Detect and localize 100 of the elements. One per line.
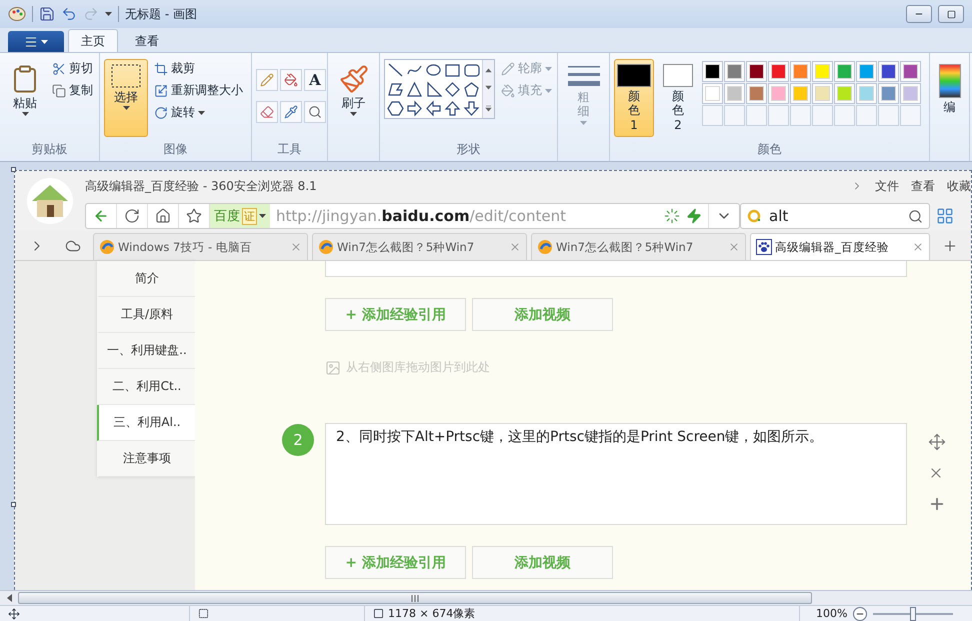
loading-ring-icon [664,208,680,224]
nav-item[interactable]: 简介 [97,261,195,297]
image-icon [325,360,341,376]
back-arrow-icon [93,208,109,224]
crop-button[interactable]: 裁剪 [152,59,245,78]
shape-button[interactable] [424,99,443,118]
minimize-button[interactable] [906,5,932,23]
step-text-box[interactable]: 2、同时按下Alt+Prtsc键，这里的Prtsc键指的是Print Screen键，如图所示。 [325,423,907,525]
brushes-button[interactable]: 刷子 [332,59,375,137]
shape-button[interactable] [443,99,462,118]
color-spectrum-icon [938,64,960,98]
hexagon-icon [387,100,404,117]
rotate-icon [154,106,168,120]
rectangle-icon [444,62,461,79]
paw-favicon-icon [756,239,772,255]
swirl-favicon-icon [99,239,115,255]
file-menu-button[interactable] [8,31,64,52]
resize-handle[interactable] [11,502,16,507]
group-label: 颜色 [758,141,782,158]
close-icon [290,241,302,253]
search-value: alt [769,207,790,225]
active-color-button[interactable]: 颜色 1 [614,59,654,137]
pencil-icon [501,62,515,76]
zoom-level: 100% [816,607,848,620]
browser-tab[interactable]: Win7怎么截图？5种Win7 [312,233,527,260]
maximize-icon [946,10,956,18]
browser-title: 高级编辑器_百度经验 - 360安全浏览器 8.1 [85,178,317,194]
shape-button[interactable] [405,99,424,118]
zoom-slider-thumb[interactable] [910,606,916,620]
house-logo-icon [26,177,74,225]
search-field[interactable]: alt [740,203,930,229]
home-icon [155,208,171,224]
nav-item[interactable]: 工具/原料 [97,297,195,333]
resize-button[interactable]: 重新调整大小 [152,81,245,100]
scroll-thumb[interactable] [18,592,812,604]
certificate-badge: 证 [242,208,257,224]
right-arrow-icon [406,100,423,117]
browser-menu-item[interactable]: 查看 [911,178,935,194]
site-identity-badge[interactable]: 百度 证 [210,204,270,228]
caret-icon [41,40,48,44]
right-triangle-icon [425,81,442,98]
pencil-button[interactable] [256,69,278,91]
nav-item[interactable]: 注意事项 [97,441,195,477]
swirl-favicon-icon [318,239,334,255]
rotate-button[interactable]: 旋转 [152,103,245,122]
text-tool-button[interactable]: A [304,69,326,91]
eraser-button[interactable] [256,101,278,123]
browser-tab[interactable]: Win7怎么截图？5种Win7 [531,233,746,260]
pencil-icon [260,73,274,87]
magnifier-icon [308,105,322,119]
caret-icon [545,88,552,92]
shape-button[interactable] [443,80,462,99]
triangle-icon [406,81,423,98]
ribbon-tab[interactable]: 查看 [122,29,172,52]
select-button[interactable]: 选择 [104,59,148,137]
canvas-dimensions: 1178 × 674像素 [388,606,476,621]
crop-icon [154,62,168,76]
resize-icon [154,84,168,98]
caret-icon [545,66,552,70]
ribbon-tab[interactable]: 主页 [68,29,118,52]
plus-icon [942,238,958,254]
edit-colors-button[interactable]: 编 [934,59,965,137]
star-icon [186,208,202,224]
paste-button[interactable]: 粘贴 [4,59,46,137]
url-text: http://jingyan.baidu.com/edit/content [275,207,567,225]
magnifier-button[interactable] [304,101,326,123]
active-color-button[interactable]: 颜色 2 [658,59,698,137]
cut-button[interactable]: 剪切 [50,59,95,78]
browser-menu-item[interactable]: 收藏 [947,178,971,194]
move-icon [928,433,946,451]
nav-item[interactable]: 二、利用Ct.. [97,369,195,405]
selection-icon [198,608,209,619]
swirl-favicon-icon [537,239,553,255]
nav-item[interactable]: 一、利用键盘.. [97,333,195,369]
canvas-size-icon [373,608,384,619]
resize-handle[interactable] [11,167,16,172]
down-arrow-icon [463,100,480,117]
move-icon [8,608,20,620]
copy-button[interactable]: 复制 [50,81,95,100]
nav-item[interactable]: 三、利用Al.. [97,405,195,441]
diamond-icon [444,81,461,98]
caret-icon [198,110,205,114]
address-bar[interactable]: 百度 证 http://jingyan.baidu.com/edit/content [85,203,740,229]
window-title: 无标题 - 画图 [125,6,197,22]
maximize-button[interactable] [938,5,964,23]
color-picker-button[interactable] [280,101,302,123]
shape-button[interactable] [405,80,424,99]
browser-tab[interactable]: 高级编辑器_百度经验 [750,233,930,260]
shape-button[interactable] [462,99,481,118]
browser-tab[interactable]: Windows 7技巧 - 电脑百 [93,233,308,260]
browser-menu-item[interactable]: 文件 [875,178,899,194]
shape-button[interactable] [462,80,481,99]
horizontal-scrollbar[interactable] [0,590,972,605]
fill-button[interactable] [280,69,302,91]
menu-icon [24,34,38,48]
left-arrow-icon [425,100,442,117]
paint-bucket-icon [284,73,298,87]
shape-button[interactable] [386,99,405,118]
zoom-out-button[interactable] [853,606,868,620]
polygon-icon [387,81,404,98]
